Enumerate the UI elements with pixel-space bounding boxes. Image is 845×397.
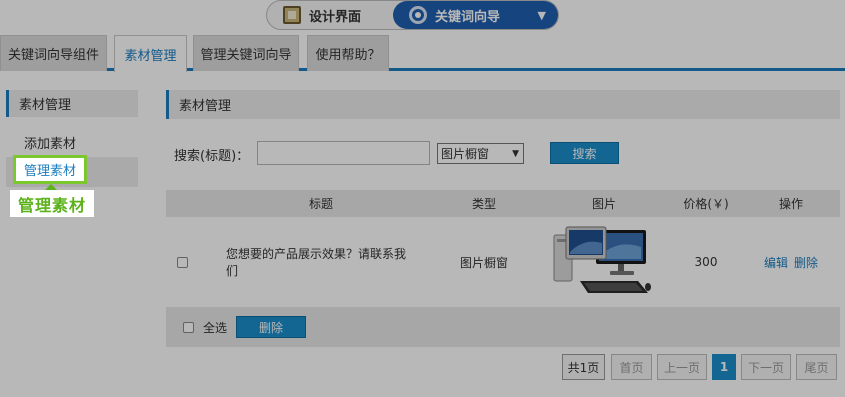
tab-label: 使用帮助？ bbox=[315, 48, 381, 63]
search-button[interactable]: 搜索 bbox=[550, 142, 619, 164]
prev-page-button[interactable]: 上一页 bbox=[657, 354, 707, 380]
wizard-mode-label: 关键词向导 bbox=[435, 9, 501, 25]
tab-bar: 关键词向导组件 素材管理 管理关键词向导 使用帮助？ bbox=[0, 33, 845, 72]
header-title: 标题 bbox=[308, 197, 333, 211]
design-mode-label: 设计界面 bbox=[309, 9, 362, 25]
delete-button[interactable]: 删除 bbox=[236, 316, 306, 338]
header-price: 价格(￥) bbox=[683, 197, 729, 211]
tab-help[interactable]: 使用帮助？ bbox=[307, 35, 389, 71]
tab-label: 素材管理 bbox=[124, 48, 177, 64]
desktop-computer-icon bbox=[553, 226, 651, 293]
header-image: 图片 bbox=[591, 197, 616, 211]
tooltip-callout: 管理素材 bbox=[10, 184, 94, 217]
design-icon bbox=[283, 6, 301, 24]
pagination: 共1页 首页 上一页 1 下一页 尾页 bbox=[166, 354, 840, 380]
next-page-button[interactable]: 下一页 bbox=[741, 354, 791, 380]
row-type: 图片橱窗 bbox=[459, 255, 508, 270]
table-row: 您想要的产品展示效果？请联系我们 图片橱窗 300 编辑 删除 bbox=[166, 217, 840, 307]
row-actions: 编辑 删除 bbox=[761, 217, 821, 307]
search-label: 搜索(标题)： bbox=[174, 149, 250, 164]
product-image bbox=[552, 217, 652, 307]
header-actions: 操作 bbox=[778, 197, 803, 211]
dropdown-arrow-icon: ▼ bbox=[512, 148, 519, 159]
header-type: 类型 bbox=[471, 197, 496, 211]
tab-label: 关键词向导组件 bbox=[7, 48, 99, 63]
type-select-value: 图片橱窗 bbox=[441, 147, 490, 161]
tab-label: 管理关键词向导 bbox=[200, 48, 292, 63]
current-page-button[interactable]: 1 bbox=[712, 354, 736, 380]
sidebar-title: 素材管理 bbox=[6, 90, 138, 117]
select-all-label: 全选 bbox=[203, 321, 228, 335]
row-title: 您想要的产品展示效果？请联系我们 bbox=[226, 247, 407, 278]
page-total: 共1页 bbox=[562, 354, 605, 380]
row-checkbox[interactable] bbox=[176, 256, 188, 268]
tab-material-management[interactable]: 素材管理 bbox=[114, 35, 187, 72]
search-row: 搜索(标题)： 图片橱窗 ▼ 搜索 bbox=[166, 141, 840, 165]
material-table: 标题 类型 图片 价格(￥) 操作 您想要的产品展示效果？请联系我们 图片橱窗 bbox=[166, 190, 840, 347]
row-price: 300 bbox=[694, 255, 718, 269]
search-input[interactable] bbox=[257, 141, 430, 165]
select-all-checkbox[interactable] bbox=[183, 322, 194, 333]
table-footer: 全选 删除 bbox=[166, 307, 840, 347]
gear-icon bbox=[409, 6, 427, 24]
last-page-button[interactable]: 尾页 bbox=[796, 354, 837, 380]
first-page-button[interactable]: 首页 bbox=[611, 354, 652, 380]
tab-keyword-wizard-component[interactable]: 关键词向导组件 bbox=[0, 35, 107, 71]
keyword-wizard-mode-button[interactable]: 关键词向导 ▼ bbox=[393, 1, 558, 29]
row-checkbox-cell bbox=[175, 217, 189, 307]
table-header: 标题 类型 图片 价格(￥) 操作 bbox=[166, 190, 840, 217]
design-mode-button[interactable]: 设计界面 bbox=[267, 1, 393, 29]
top-bar: 设计界面 关键词向导 ▼ bbox=[0, 0, 845, 33]
delete-link[interactable]: 删除 bbox=[794, 254, 818, 271]
mode-switch: 设计界面 关键词向导 ▼ bbox=[266, 0, 559, 30]
tab-manage-keyword-wizard[interactable]: 管理关键词向导 bbox=[193, 35, 299, 71]
highlighted-manage-material[interactable]: 管理素材 bbox=[13, 155, 87, 184]
edit-link[interactable]: 编辑 bbox=[764, 254, 788, 271]
sidebar-item-add-material[interactable]: 添加素材 bbox=[6, 127, 138, 157]
page-title: 素材管理 bbox=[166, 90, 840, 119]
main-panel: 素材管理 搜索(标题)： 图片橱窗 ▼ 搜索 标题 类型 图片 价格(￥) 操作… bbox=[166, 90, 840, 380]
type-select[interactable]: 图片橱窗 ▼ bbox=[437, 143, 524, 164]
chevron-down-icon[interactable]: ▼ bbox=[538, 9, 546, 22]
